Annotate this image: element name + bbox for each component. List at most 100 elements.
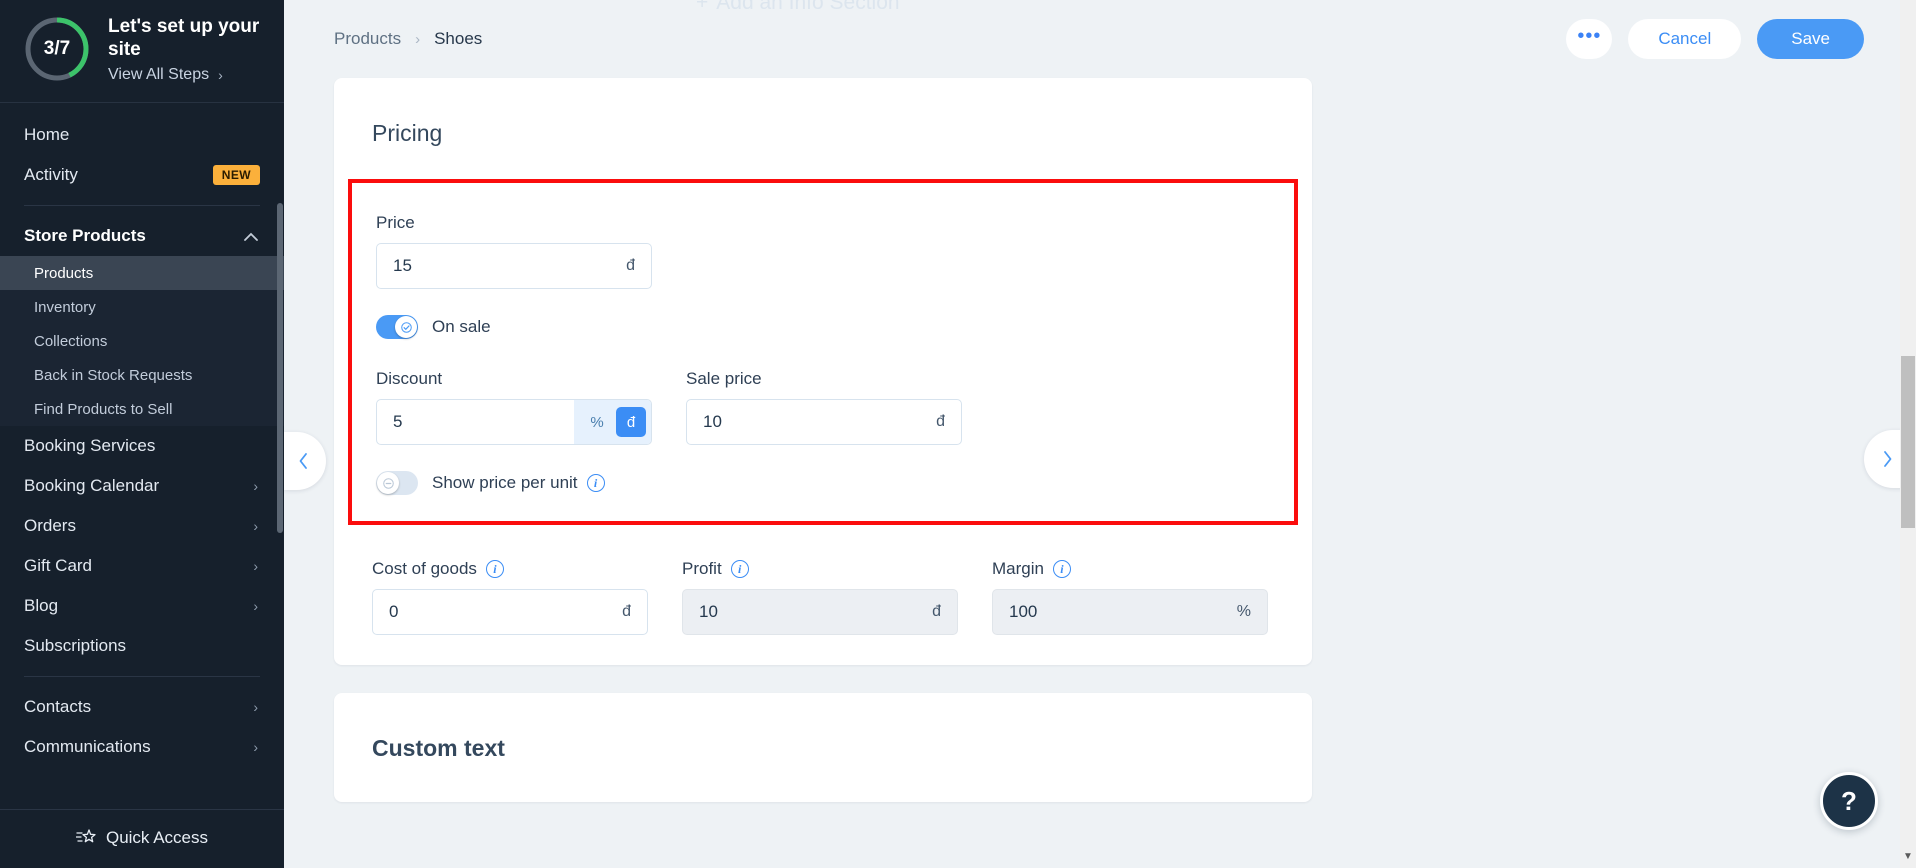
sidebar-group-store-products[interactable]: Store Products xyxy=(0,216,284,256)
cost-of-goods-text: Cost of goods xyxy=(372,559,477,578)
profit-field: Profit i 10 đ xyxy=(682,559,958,635)
show-price-per-unit-toggle[interactable] xyxy=(376,471,418,495)
sidebar-item-subscriptions[interactable]: Subscriptions xyxy=(0,626,284,666)
sidebar-subitem-label: Inventory xyxy=(34,298,96,316)
breadcrumb-products[interactable]: Products xyxy=(334,29,401,49)
ellipsis-icon: ••• xyxy=(1577,24,1602,47)
sidebar: 3/7 Let's set up your site View All Step… xyxy=(0,0,284,868)
sidebar-item-label: Orders xyxy=(24,516,76,535)
sidebar-item-inventory[interactable]: Inventory xyxy=(0,290,284,324)
sidebar-divider xyxy=(24,205,260,206)
currency-icon: đ xyxy=(936,413,945,430)
chevron-right-icon: › xyxy=(253,598,258,614)
main-content: + Add an Info Section Products › Shoes •… xyxy=(284,0,1916,868)
top-actions: ••• Cancel Save xyxy=(1566,19,1864,59)
more-options-button[interactable]: ••• xyxy=(1566,19,1613,59)
profit-text: Profit xyxy=(682,559,722,578)
margin-text: Margin xyxy=(992,559,1044,578)
toggle-knob xyxy=(395,316,417,338)
info-icon[interactable]: i xyxy=(1052,560,1071,578)
sale-price-label: Sale price xyxy=(686,369,762,388)
sidebar-item-products[interactable]: Products xyxy=(0,256,284,290)
view-all-steps-link[interactable]: View All Steps › xyxy=(108,66,264,84)
sidebar-divider-2 xyxy=(24,676,260,677)
sidebar-item-gift-card[interactable]: Gift Card › xyxy=(0,546,284,586)
setup-progress-block[interactable]: 3/7 Let's set up your site View All Step… xyxy=(0,0,284,103)
sidebar-item-communications[interactable]: Communications › xyxy=(0,727,284,767)
breadcrumb: Products › Shoes xyxy=(334,29,482,49)
sidebar-item-label: Activity xyxy=(24,165,78,184)
pricing-card: Pricing Price 15 đ On sale Discount 5 % … xyxy=(334,78,1312,665)
quick-access-button[interactable]: Quick Access xyxy=(0,809,284,868)
margin-input: 100 % xyxy=(992,589,1268,635)
breadcrumb-separator-icon: › xyxy=(415,30,421,48)
discount-field: Discount 5 % đ xyxy=(376,369,652,445)
info-icon[interactable]: i xyxy=(485,560,504,578)
sidebar-item-home[interactable]: Home xyxy=(0,115,284,155)
price-label: Price xyxy=(376,213,415,232)
breadcrumb-current: Shoes xyxy=(434,29,483,48)
sidebar-item-label: Home xyxy=(24,125,70,144)
info-icon[interactable]: i xyxy=(730,560,749,578)
profit-label: Profit i xyxy=(682,559,958,579)
save-button[interactable]: Save xyxy=(1757,19,1864,59)
chevron-up-icon xyxy=(244,232,258,241)
custom-text-title: Custom text xyxy=(372,735,505,761)
chevron-right-icon: › xyxy=(253,558,258,574)
scrollbar-down-arrow-icon[interactable]: ▼ xyxy=(1900,851,1916,862)
cost-of-goods-input[interactable]: 0 đ xyxy=(372,589,648,635)
on-sale-label: On sale xyxy=(432,317,491,336)
sidebar-subitem-label: Products xyxy=(34,264,94,282)
cost-profit-margin-row: Cost of goods i 0 đ Profit i 10 đ Margin… xyxy=(372,559,1312,635)
on-sale-row: On sale xyxy=(376,315,1294,339)
sidebar-item-find-products-to-sell[interactable]: Find Products to Sell xyxy=(0,392,284,426)
show-price-per-unit-label: Show price per unit i xyxy=(432,473,605,493)
sale-price-input[interactable]: 10 đ xyxy=(686,399,962,445)
content-area: Pricing Price 15 đ On sale Discount 5 % … xyxy=(284,78,1916,802)
setup-title: Let's set up your site xyxy=(108,16,260,60)
price-value: 15 xyxy=(393,256,412,275)
sidebar-item-booking-services[interactable]: Booking Services xyxy=(0,426,284,466)
price-input[interactable]: 15 đ xyxy=(376,243,652,289)
question-mark-icon: ? xyxy=(1841,785,1857,816)
setup-progress-label: 3/7 xyxy=(43,38,71,59)
pricing-title: Pricing xyxy=(372,120,443,146)
discount-input[interactable]: 5 xyxy=(377,412,574,432)
sidebar-item-booking-calendar[interactable]: Booking Calendar › xyxy=(0,466,284,506)
sidebar-item-label: Gift Card xyxy=(24,556,93,575)
discount-unit-percent[interactable]: % xyxy=(582,407,612,437)
sidebar-item-label: Booking Calendar xyxy=(24,476,160,495)
help-button[interactable]: ? xyxy=(1820,772,1878,830)
discount-sale-row: Discount 5 % đ Sale price 10 đ xyxy=(376,369,1294,445)
cost-of-goods-field: Cost of goods i 0 đ xyxy=(372,559,648,635)
sidebar-subitem-label: Back in Stock Requests xyxy=(34,366,193,384)
info-icon[interactable]: i xyxy=(586,474,605,492)
price-field: Price 15 đ xyxy=(376,213,1294,289)
sidebar-item-activity[interactable]: Activity NEW xyxy=(0,155,284,195)
cost-of-goods-value: 0 xyxy=(389,602,399,621)
currency-icon: đ xyxy=(932,603,941,620)
chevron-right-icon: › xyxy=(253,739,258,755)
discount-unit-currency[interactable]: đ xyxy=(616,407,646,437)
chevron-right-icon: › xyxy=(218,66,223,83)
page-scrollbar[interactable]: ▼ xyxy=(1900,0,1916,868)
scrollbar-thumb[interactable] xyxy=(1901,356,1915,528)
sidebar-item-collections[interactable]: Collections xyxy=(0,324,284,358)
sale-price-field: Sale price 10 đ xyxy=(686,369,962,445)
toggle-knob xyxy=(377,472,399,494)
sidebar-item-label: Subscriptions xyxy=(24,636,127,655)
percent-icon: % xyxy=(1236,603,1251,620)
profit-input: 10 đ xyxy=(682,589,958,635)
shooting-star-icon xyxy=(75,829,96,843)
cancel-button[interactable]: Cancel xyxy=(1628,19,1742,59)
sidebar-item-back-in-stock-requests[interactable]: Back in Stock Requests xyxy=(0,358,284,392)
sidebar-scrollbar[interactable] xyxy=(277,203,283,533)
sidebar-item-label: Booking Services xyxy=(24,436,156,455)
on-sale-toggle[interactable] xyxy=(376,315,418,339)
sidebar-item-contacts[interactable]: Contacts › xyxy=(0,687,284,727)
chevron-left-icon xyxy=(299,453,307,469)
sidebar-item-blog[interactable]: Blog › xyxy=(0,586,284,626)
chevron-right-icon: › xyxy=(253,518,258,534)
currency-icon: đ xyxy=(622,603,631,620)
sidebar-item-orders[interactable]: Orders › xyxy=(0,506,284,546)
